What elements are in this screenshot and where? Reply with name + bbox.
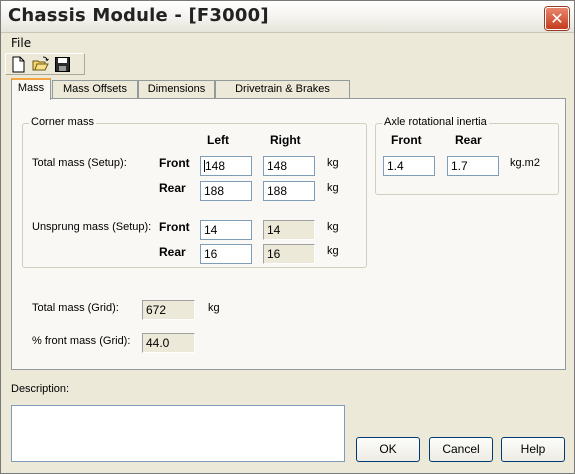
total-front-left-field[interactable]: 148	[200, 156, 252, 176]
help-button-label: Help	[520, 442, 546, 456]
unsprung-rear-left-field[interactable]: 16	[200, 244, 252, 264]
total-rear-label: Rear	[159, 181, 186, 195]
total-front-unit: kg	[327, 157, 339, 169]
unsprung-rear-right-field: 16	[263, 244, 315, 264]
unsprung-mass-setup-label: Unsprung mass (Setup):	[32, 221, 152, 233]
front-mass-pct-label: % front mass (Grid):	[32, 335, 131, 347]
col-left-header: Left	[207, 133, 229, 147]
menu-file[interactable]: File	[11, 36, 31, 50]
ok-button-label: OK	[379, 442, 397, 456]
save-disk-icon[interactable]	[54, 56, 71, 73]
unsprung-rear-label: Rear	[159, 245, 186, 259]
axle-rear-inertia-field[interactable]: 1.7	[447, 156, 499, 176]
tab-dimensions[interactable]: Dimensions	[138, 80, 215, 99]
unsprung-front-left-field[interactable]: 14	[200, 220, 252, 240]
unsprung-front-right-field: 14	[263, 220, 315, 240]
tab-mass-offsets-label: Mass Offsets	[63, 83, 127, 95]
open-folder-icon[interactable]	[32, 56, 49, 73]
total-mass-grid-field: 672	[142, 300, 195, 320]
help-button[interactable]: Help	[501, 437, 565, 462]
unsprung-front-unit: kg	[327, 221, 339, 233]
tab-mass-offsets[interactable]: Mass Offsets	[52, 80, 138, 99]
total-mass-grid-label: Total mass (Grid):	[32, 302, 119, 314]
axle-rear-header: Rear	[455, 133, 482, 147]
new-document-icon[interactable]	[10, 56, 27, 73]
menu-bar: File	[1, 34, 574, 52]
tab-dimensions-label: Dimensions	[147, 83, 206, 95]
col-right-header: Right	[270, 133, 301, 147]
total-mass-grid-unit: kg	[208, 302, 220, 314]
axle-front-header: Front	[391, 133, 422, 147]
total-front-label: Front	[159, 156, 190, 170]
description-textarea[interactable]	[11, 405, 345, 462]
cancel-button[interactable]: Cancel	[429, 437, 493, 462]
cancel-button-label: Cancel	[442, 442, 480, 456]
total-mass-setup-label: Total mass (Setup):	[32, 157, 127, 169]
total-rear-left-field[interactable]: 188	[200, 181, 252, 201]
unsprung-rear-unit: kg	[327, 245, 339, 257]
corner-mass-group: Corner mass	[22, 116, 367, 268]
total-rear-right-field[interactable]: 188	[263, 181, 315, 201]
close-button[interactable]: ✕	[545, 7, 569, 30]
chassis-module-window: Chassis Module - [F3000] ✕ File Mass Mas…	[0, 0, 575, 474]
tab-drivetrain-brakes-label: Drivetrain & Brakes	[235, 83, 330, 95]
front-mass-pct-field: 44.0	[142, 333, 195, 353]
title-bar[interactable]: Chassis Module - [F3000] ✕	[1, 1, 574, 33]
total-front-right-field[interactable]: 148	[263, 156, 315, 176]
tab-strip: Mass Mass Offsets Dimensions Drivetrain …	[11, 78, 571, 100]
axle-inertia-legend: Axle rotational inertia	[382, 116, 489, 128]
toolbar	[5, 53, 85, 75]
ok-button[interactable]: OK	[356, 437, 420, 462]
axle-inertia-unit: kg.m2	[510, 157, 540, 169]
axle-front-inertia-field[interactable]: 1.4	[383, 156, 435, 176]
tab-mass[interactable]: Mass	[11, 78, 51, 100]
corner-mass-legend: Corner mass	[29, 116, 96, 128]
description-label: Description:	[11, 383, 70, 395]
unsprung-front-label: Front	[159, 220, 190, 234]
tab-drivetrain-brakes[interactable]: Drivetrain & Brakes	[215, 80, 350, 99]
mass-tab-panel: Corner mass Left Right Total mass (Setup…	[11, 98, 566, 370]
total-rear-unit: kg	[327, 182, 339, 194]
window-title: Chassis Module - [F3000]	[8, 5, 269, 26]
tab-mass-label: Mass	[17, 82, 45, 94]
